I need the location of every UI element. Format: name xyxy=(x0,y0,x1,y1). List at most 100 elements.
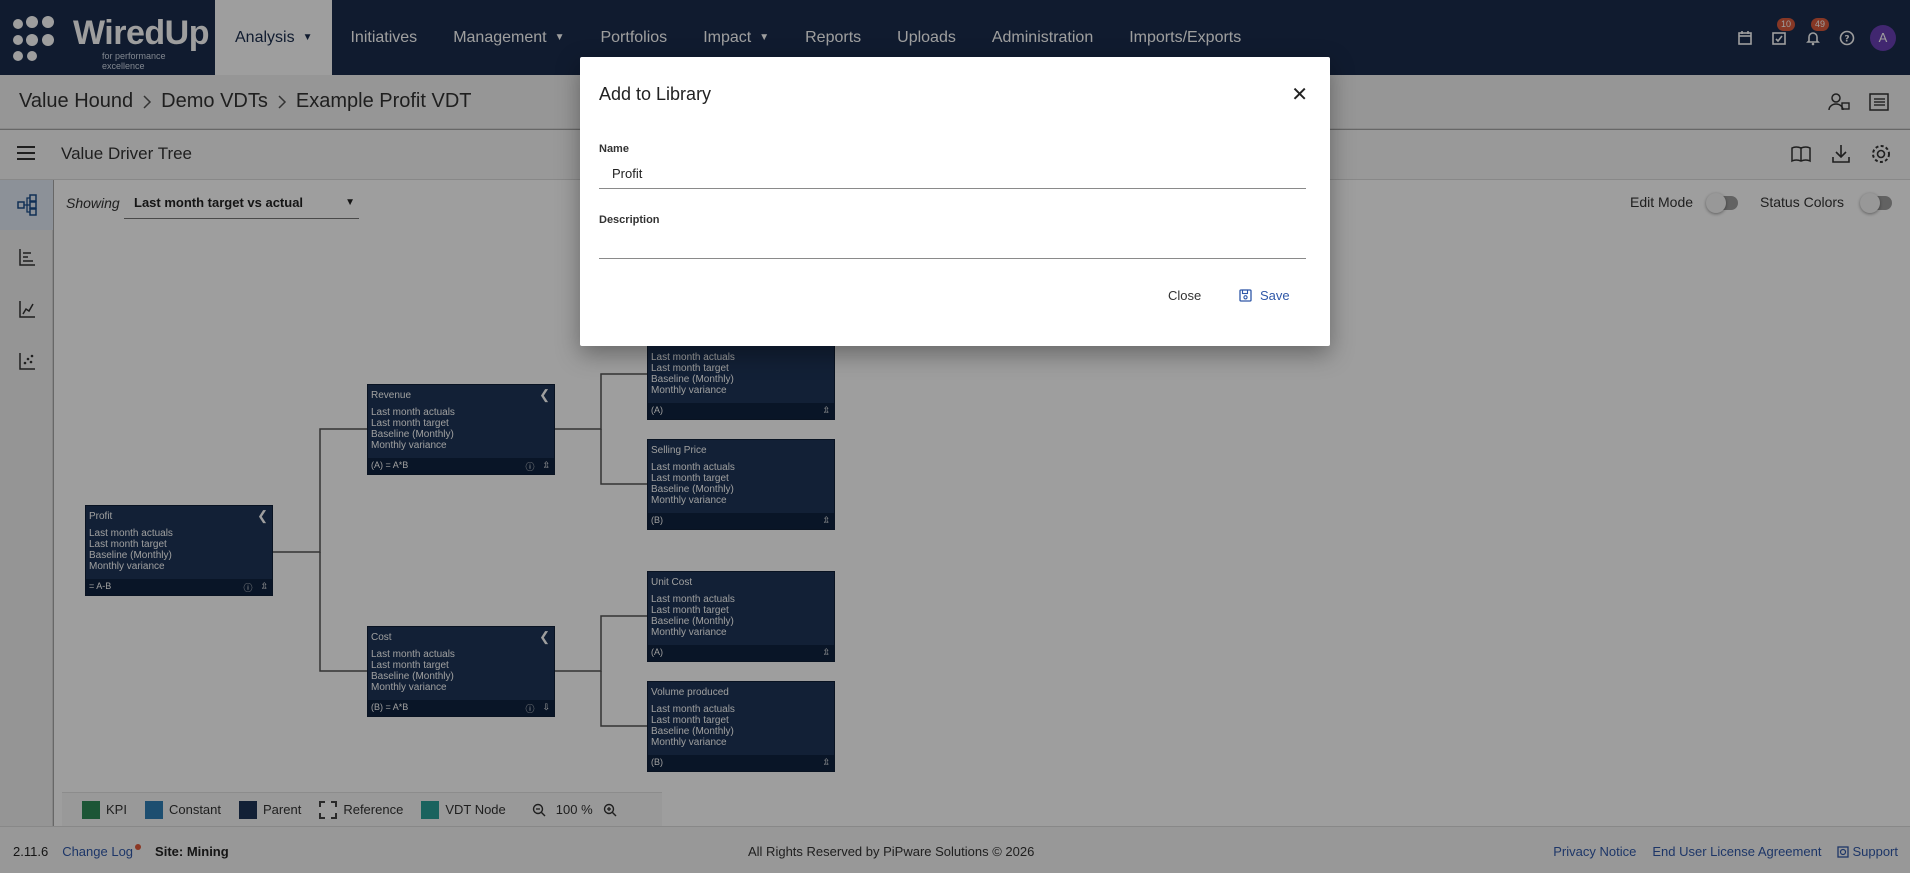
node-title: Cost xyxy=(371,632,392,643)
legend-label: VDT Node xyxy=(445,802,506,817)
node-formula: = A-B xyxy=(89,581,112,591)
nav-label: Uploads xyxy=(897,28,956,46)
edit-mode-toggle[interactable] xyxy=(1706,193,1738,213)
node-footer: (A) ⇫ xyxy=(648,403,834,419)
description-label: Description xyxy=(599,214,660,226)
logo-dots-icon xyxy=(13,16,54,61)
change-log-link[interactable]: Change Log xyxy=(62,844,133,859)
node-title: Profit xyxy=(89,511,113,522)
vdt-node-volume-produced[interactable]: Volume produced Last month actuals Last … xyxy=(647,681,835,772)
info-icon[interactable]: ⓘ xyxy=(525,702,534,715)
download-icon[interactable] xyxy=(1830,143,1852,165)
node-metric: Last month target xyxy=(651,473,729,484)
node-metric: Monthly variance xyxy=(651,737,727,748)
rail-trend-view[interactable] xyxy=(0,284,53,334)
nav-label: Impact xyxy=(703,28,752,46)
node-title: Unit Cost xyxy=(651,577,693,588)
book-icon[interactable] xyxy=(1790,143,1812,165)
copyright: All Rights Reserved by PiPware Solutions… xyxy=(748,844,1035,859)
version: 2.11.6 xyxy=(13,844,49,859)
node-metric: Monthly variance xyxy=(371,440,447,451)
vdt-node-revenue[interactable]: Revenue ❮ Last month actuals Last month … xyxy=(367,384,555,475)
gear-icon[interactable] xyxy=(1870,143,1892,165)
node-metric: Last month actuals xyxy=(651,594,735,605)
legend-swatch xyxy=(239,800,258,819)
tree-icon xyxy=(16,194,37,216)
calendar-icon[interactable] xyxy=(1734,27,1756,49)
hamburger-icon[interactable] xyxy=(16,144,36,162)
status-colors-toggle[interactable] xyxy=(1860,193,1892,213)
save-button[interactable]: Save xyxy=(1239,288,1290,303)
node-metric: Monthly variance xyxy=(89,561,165,572)
breadcrumb-item[interactable]: Value Hound xyxy=(19,90,133,113)
chevron-left-icon[interactable]: ❮ xyxy=(257,508,268,524)
node-metric: Monthly variance xyxy=(651,385,727,396)
nav-initiatives[interactable]: Initiatives xyxy=(332,0,435,75)
node-metric: Baseline (Monthly) xyxy=(651,616,734,627)
help-icon[interactable]: ? xyxy=(1836,27,1858,49)
vdt-node-selling-price[interactable]: Selling Price Last month actuals Last mo… xyxy=(647,439,835,530)
avatar[interactable]: A xyxy=(1870,24,1896,51)
rail-tree-view[interactable] xyxy=(0,180,53,230)
node-metric: Baseline (Monthly) xyxy=(651,484,734,495)
bell-icon[interactable]: 49 xyxy=(1802,17,1830,49)
nav-label: Management xyxy=(453,28,547,46)
node-footer: = A-B ⓘ ⇫ xyxy=(86,579,272,595)
caret-down-icon: ▼ xyxy=(759,32,770,43)
info-icon[interactable]: ⓘ xyxy=(243,581,252,594)
node-metric: Last month target xyxy=(651,715,729,726)
breadcrumb: Value Hound Demo VDTs Example Profit VDT xyxy=(19,90,471,113)
chevron-left-icon[interactable]: ❮ xyxy=(539,387,550,403)
node-formula: (B) = A*B xyxy=(371,702,409,712)
description-field[interactable] xyxy=(599,229,1306,259)
rail-scatter-view[interactable] xyxy=(0,336,53,386)
privacy-link[interactable]: Privacy Notice xyxy=(1553,844,1636,859)
logo[interactable]: WiredUp for performance excellence xyxy=(10,14,210,71)
upload-icon[interactable]: ⇫ xyxy=(822,647,830,658)
legend-item-reference: Reference xyxy=(319,800,403,819)
rail-bar-view[interactable] xyxy=(0,232,53,282)
node-formula: (B) xyxy=(651,757,663,767)
support-link[interactable]: Support xyxy=(1837,844,1898,859)
node-metric: Last month actuals xyxy=(651,704,735,715)
download-icon[interactable]: ⇩ xyxy=(542,702,550,715)
caret-down-icon: ▼ xyxy=(554,32,565,43)
node-metric: Last month actuals xyxy=(651,462,735,473)
left-rail xyxy=(0,180,53,826)
legend-label: Parent xyxy=(263,802,302,817)
node-metric: Last month target xyxy=(651,605,729,616)
upload-icon[interactable]: ⇫ xyxy=(822,757,830,768)
name-field[interactable] xyxy=(599,159,1306,189)
zoom-in-icon[interactable] xyxy=(603,803,617,817)
upload-icon[interactable]: ⇫ xyxy=(822,515,830,526)
node-metric: Baseline (Monthly) xyxy=(371,671,454,682)
upload-icon[interactable]: ⇫ xyxy=(822,405,830,416)
nav-management[interactable]: Management ▼ xyxy=(435,0,582,75)
breadcrumb-item[interactable]: Demo VDTs xyxy=(161,90,268,113)
tasks-icon[interactable]: 10 xyxy=(1768,17,1796,49)
nav-analysis[interactable]: Analysis ▼ xyxy=(215,0,333,75)
edit-mode-label: Edit Mode xyxy=(1630,194,1694,210)
vdt-node-unit-cost[interactable]: Unit Cost Last month actuals Last month … xyxy=(647,571,835,662)
upload-icon[interactable]: ⇫ xyxy=(542,460,550,473)
node-metric: Last month actuals xyxy=(371,649,455,660)
node-formula: (A) xyxy=(651,647,663,657)
toggle-knob xyxy=(1706,193,1726,213)
vdt-node-cost[interactable]: Cost ❮ Last month actuals Last month tar… xyxy=(367,626,555,717)
close-icon[interactable]: ✕ xyxy=(1291,82,1308,107)
zoom-out-icon[interactable] xyxy=(532,803,546,817)
info-icon[interactable]: ⓘ xyxy=(525,460,534,473)
notifications-badge: 49 xyxy=(1811,17,1830,31)
caret-down-icon: ▼ xyxy=(302,32,313,43)
list-icon[interactable] xyxy=(1868,91,1890,113)
chevron-left-icon[interactable]: ❮ xyxy=(539,629,550,645)
name-label: Name xyxy=(599,143,629,155)
close-button[interactable]: Close xyxy=(1168,288,1201,303)
eula-link[interactable]: End User License Agreement xyxy=(1652,844,1821,859)
node-footer: (B) ⇫ xyxy=(648,513,834,529)
upload-icon[interactable]: ⇫ xyxy=(260,581,268,594)
vdt-node-profit[interactable]: Profit ❮ Last month actuals Last month t… xyxy=(85,505,273,596)
user-lock-icon[interactable] xyxy=(1828,91,1850,113)
nav-right-tools: 10 49 ? A xyxy=(1734,0,1896,75)
node-formula: (A) xyxy=(651,405,663,415)
